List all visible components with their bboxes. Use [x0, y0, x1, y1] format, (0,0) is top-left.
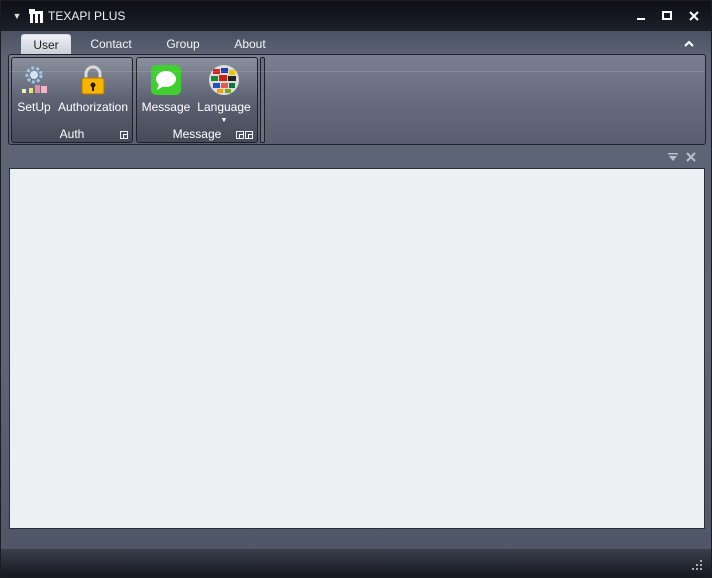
app-logo-icon [29, 9, 43, 23]
authorization-button[interactable]: Authorization [55, 62, 131, 118]
close-button[interactable] [685, 7, 703, 25]
message-button[interactable]: Message [140, 62, 192, 118]
document-controls [665, 151, 705, 165]
close-icon [689, 11, 699, 21]
tab-contact[interactable]: Contact [79, 34, 143, 55]
maximize-icon [662, 11, 672, 20]
message-group-dialog-launcher-secondary[interactable] [236, 131, 244, 139]
title-bar[interactable]: ▼ TEXAPI PLUS [1, 1, 711, 31]
chevron-down-icon: ▼ [220, 117, 228, 124]
authorization-label: Authorization [57, 100, 129, 114]
chat-bubble-icon [151, 65, 181, 95]
language-label: Language [197, 100, 251, 114]
tab-about[interactable]: About [223, 34, 277, 55]
padlock-icon [81, 65, 105, 95]
message-group-dialog-launcher[interactable] [245, 131, 253, 139]
ribbon-group-message: Message Language ▼ Message [136, 57, 258, 143]
gear-setup-icon [22, 66, 47, 93]
message-label: Message [141, 100, 191, 114]
status-bar [1, 549, 711, 577]
language-dropdown-button[interactable]: Language ▼ [193, 62, 255, 124]
system-menu-icon[interactable]: ▼ [11, 10, 23, 22]
window-title: TEXAPI PLUS [48, 9, 126, 23]
maximize-button[interactable] [658, 7, 676, 25]
ribbon-panel: SetUp Authorization Auth Message Languag… [8, 54, 706, 145]
minimize-icon [637, 18, 645, 20]
app-window: ▼ TEXAPI PLUS User Contact Group About S… [0, 0, 712, 578]
document-close-icon[interactable] [685, 151, 697, 166]
setup-button[interactable]: SetUp [15, 62, 53, 118]
tab-user[interactable]: User [21, 34, 71, 55]
group-label-auth: Auth [59, 127, 85, 141]
ribbon-group-separator [260, 57, 265, 143]
auth-group-dialog-launcher[interactable] [120, 131, 128, 139]
setup-label: SetUp [17, 100, 51, 114]
ribbon-tab-strip: User Contact Group About [1, 31, 711, 55]
resize-grip-icon[interactable] [691, 559, 703, 571]
tab-group[interactable]: Group [155, 34, 211, 55]
ribbon-group-auth: SetUp Authorization Auth [11, 57, 133, 143]
document-options-icon[interactable] [667, 151, 679, 166]
collapse-ribbon-button[interactable] [682, 37, 696, 51]
minimize-button[interactable] [632, 7, 650, 25]
document-workspace[interactable] [9, 168, 705, 529]
flags-globe-icon [209, 65, 239, 95]
chevron-up-icon [684, 40, 694, 47]
